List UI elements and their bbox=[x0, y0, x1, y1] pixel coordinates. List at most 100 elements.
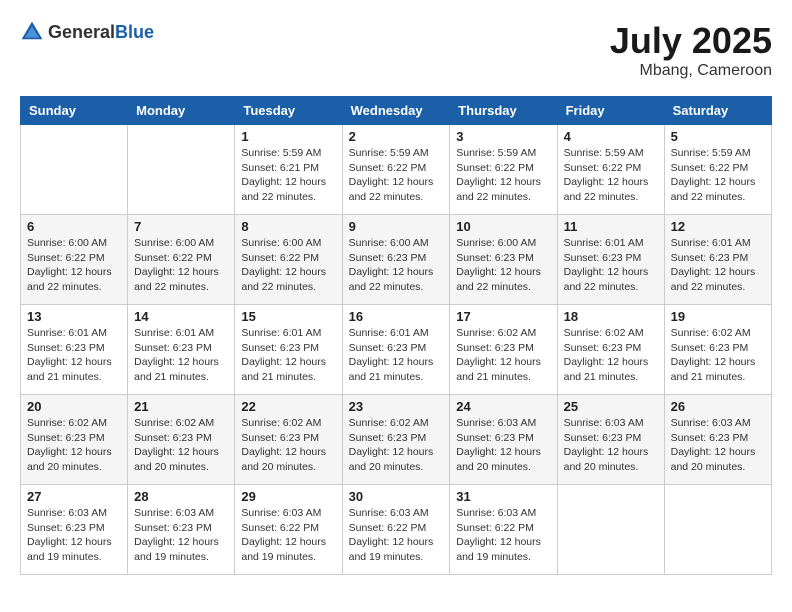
day-info: Sunrise: 6:02 AM Sunset: 6:23 PM Dayligh… bbox=[671, 326, 765, 385]
day-number: 16 bbox=[349, 309, 444, 324]
logo-blue: Blue bbox=[115, 22, 154, 42]
day-number: 17 bbox=[456, 309, 550, 324]
day-info: Sunrise: 6:02 AM Sunset: 6:23 PM Dayligh… bbox=[241, 416, 335, 475]
calendar-cell: 27Sunrise: 6:03 AM Sunset: 6:23 PM Dayli… bbox=[21, 485, 128, 575]
day-number: 10 bbox=[456, 219, 550, 234]
day-info: Sunrise: 6:00 AM Sunset: 6:23 PM Dayligh… bbox=[456, 236, 550, 295]
weekday-header: Tuesday bbox=[235, 97, 342, 125]
day-info: Sunrise: 6:03 AM Sunset: 6:22 PM Dayligh… bbox=[456, 506, 550, 565]
day-number: 25 bbox=[564, 399, 658, 414]
day-number: 27 bbox=[27, 489, 121, 504]
calendar-cell: 8 Sunrise: 6:00 AM Sunset: 6:22 PM Daylig… bbox=[235, 215, 342, 305]
day-number: 22 bbox=[241, 399, 335, 414]
calendar-cell bbox=[21, 125, 128, 215]
calendar-cell: 3 Sunrise: 5:59 AM Sunset: 6:22 PM Daylig… bbox=[450, 125, 557, 215]
weekday-header: Monday bbox=[128, 97, 235, 125]
day-number: 11 bbox=[564, 219, 658, 234]
day-number: 3 bbox=[456, 129, 550, 144]
day-number: 19 bbox=[671, 309, 765, 324]
day-info: Sunrise: 6:01 AM Sunset: 6:23 PM Dayligh… bbox=[27, 326, 121, 385]
calendar-cell: 18 Sunrise: 6:02 AM Sunset: 6:23 PM Dayli… bbox=[557, 305, 664, 395]
calendar-cell: 23 Sunrise: 6:02 AM Sunset: 6:23 PM Dayli… bbox=[342, 395, 450, 485]
calendar-cell bbox=[557, 485, 664, 575]
day-number: 28 bbox=[134, 489, 228, 504]
day-info: Sunrise: 6:03 AM Sunset: 6:23 PM Dayligh… bbox=[671, 416, 765, 475]
day-number: 9 bbox=[349, 219, 444, 234]
day-number: 31 bbox=[456, 489, 550, 504]
calendar-cell: 22 Sunrise: 6:02 AM Sunset: 6:23 PM Dayli… bbox=[235, 395, 342, 485]
calendar-cell bbox=[128, 125, 235, 215]
day-info: Sunrise: 5:59 AM Sunset: 6:21 PM Dayligh… bbox=[241, 146, 335, 205]
day-number: 6 bbox=[27, 219, 121, 234]
logo: GeneralBlue bbox=[20, 20, 154, 44]
calendar-cell: 12 Sunrise: 6:01 AM Sunset: 6:23 PM Dayli… bbox=[664, 215, 771, 305]
day-info: Sunrise: 6:03 AM Sunset: 6:22 PM Dayligh… bbox=[349, 506, 444, 565]
calendar-cell: 25 Sunrise: 6:03 AM Sunset: 6:23 PM Dayli… bbox=[557, 395, 664, 485]
calendar-cell: 16 Sunrise: 6:01 AM Sunset: 6:23 PM Dayli… bbox=[342, 305, 450, 395]
calendar-week-row: 6 Sunrise: 6:00 AM Sunset: 6:22 PM Daylig… bbox=[21, 215, 772, 305]
day-info: Sunrise: 5:59 AM Sunset: 6:22 PM Dayligh… bbox=[671, 146, 765, 205]
day-info: Sunrise: 6:01 AM Sunset: 6:23 PM Dayligh… bbox=[241, 326, 335, 385]
weekday-header: Saturday bbox=[664, 97, 771, 125]
day-number: 7 bbox=[134, 219, 228, 234]
calendar-cell: 20 Sunrise: 6:02 AM Sunset: 6:23 PM Dayli… bbox=[21, 395, 128, 485]
day-info: Sunrise: 6:01 AM Sunset: 6:23 PM Dayligh… bbox=[349, 326, 444, 385]
weekday-header: Thursday bbox=[450, 97, 557, 125]
day-info: Sunrise: 5:59 AM Sunset: 6:22 PM Dayligh… bbox=[349, 146, 444, 205]
calendar-cell: 21 Sunrise: 6:02 AM Sunset: 6:23 PM Dayli… bbox=[128, 395, 235, 485]
location: Mbang, Cameroon bbox=[610, 62, 772, 80]
calendar-cell: 19 Sunrise: 6:02 AM Sunset: 6:23 PM Dayli… bbox=[664, 305, 771, 395]
day-info: Sunrise: 6:02 AM Sunset: 6:23 PM Dayligh… bbox=[27, 416, 121, 475]
calendar-cell: 9Sunrise: 6:00 AM Sunset: 6:23 PM Daylig… bbox=[342, 215, 450, 305]
weekday-header-row: SundayMondayTuesdayWednesdayThursdayFrid… bbox=[21, 97, 772, 125]
day-info: Sunrise: 6:02 AM Sunset: 6:23 PM Dayligh… bbox=[134, 416, 228, 475]
calendar-cell: 4 Sunrise: 5:59 AM Sunset: 6:22 PM Daylig… bbox=[557, 125, 664, 215]
calendar-cell: 11Sunrise: 6:01 AM Sunset: 6:23 PM Dayli… bbox=[557, 215, 664, 305]
day-info: Sunrise: 6:03 AM Sunset: 6:22 PM Dayligh… bbox=[241, 506, 335, 565]
day-number: 21 bbox=[134, 399, 228, 414]
calendar-week-row: 27 Sunrise: 6:03 AM Sunset: 6:23 PM Dayli… bbox=[21, 485, 772, 575]
calendar-week-row: 13Sunrise: 6:01 AM Sunset: 6:23 PM Dayli… bbox=[21, 305, 772, 395]
day-info: Sunrise: 6:02 AM Sunset: 6:23 PM Dayligh… bbox=[564, 326, 658, 385]
calendar-cell: 31 Sunrise: 6:03 AM Sunset: 6:22 PM Dayli… bbox=[450, 485, 557, 575]
calendar-cell: 24Sunrise: 6:03 AM Sunset: 6:23 PM Dayli… bbox=[450, 395, 557, 485]
day-number: 12 bbox=[671, 219, 765, 234]
day-info: Sunrise: 5:59 AM Sunset: 6:22 PM Dayligh… bbox=[456, 146, 550, 205]
day-number: 20 bbox=[27, 399, 121, 414]
logo-icon bbox=[20, 20, 44, 44]
day-number: 14 bbox=[134, 309, 228, 324]
calendar-week-row: 20 Sunrise: 6:02 AM Sunset: 6:23 PM Dayli… bbox=[21, 395, 772, 485]
calendar-cell: 14 Sunrise: 6:01 AM Sunset: 6:23 PM Dayli… bbox=[128, 305, 235, 395]
day-info: Sunrise: 6:01 AM Sunset: 6:23 PM Dayligh… bbox=[134, 326, 228, 385]
day-info: Sunrise: 6:03 AM Sunset: 6:23 PM Dayligh… bbox=[134, 506, 228, 565]
calendar-cell: 7 Sunrise: 6:00 AM Sunset: 6:22 PM Daylig… bbox=[128, 215, 235, 305]
calendar-cell bbox=[664, 485, 771, 575]
day-info: Sunrise: 6:01 AM Sunset: 6:23 PM Dayligh… bbox=[671, 236, 765, 295]
calendar-cell: 6 Sunrise: 6:00 AM Sunset: 6:22 PM Daylig… bbox=[21, 215, 128, 305]
weekday-header: Wednesday bbox=[342, 97, 450, 125]
day-info: Sunrise: 6:02 AM Sunset: 6:23 PM Dayligh… bbox=[349, 416, 444, 475]
calendar-cell: 10 Sunrise: 6:00 AM Sunset: 6:23 PM Dayli… bbox=[450, 215, 557, 305]
day-info: Sunrise: 6:00 AM Sunset: 6:22 PM Dayligh… bbox=[27, 236, 121, 295]
day-info: Sunrise: 6:00 AM Sunset: 6:22 PM Dayligh… bbox=[241, 236, 335, 295]
day-number: 18 bbox=[564, 309, 658, 324]
calendar-cell: 17 Sunrise: 6:02 AM Sunset: 6:23 PM Dayli… bbox=[450, 305, 557, 395]
calendar-cell: 15Sunrise: 6:01 AM Sunset: 6:23 PM Dayli… bbox=[235, 305, 342, 395]
calendar-table: SundayMondayTuesdayWednesdayThursdayFrid… bbox=[20, 96, 772, 575]
calendar-cell: 2Sunrise: 5:59 AM Sunset: 6:22 PM Daylig… bbox=[342, 125, 450, 215]
calendar-cell: 13Sunrise: 6:01 AM Sunset: 6:23 PM Dayli… bbox=[21, 305, 128, 395]
day-number: 4 bbox=[564, 129, 658, 144]
day-info: Sunrise: 5:59 AM Sunset: 6:22 PM Dayligh… bbox=[564, 146, 658, 205]
day-info: Sunrise: 6:00 AM Sunset: 6:22 PM Dayligh… bbox=[134, 236, 228, 295]
calendar-cell: 30Sunrise: 6:03 AM Sunset: 6:22 PM Dayli… bbox=[342, 485, 450, 575]
day-info: Sunrise: 6:03 AM Sunset: 6:23 PM Dayligh… bbox=[456, 416, 550, 475]
logo-general: General bbox=[48, 22, 115, 42]
day-info: Sunrise: 6:02 AM Sunset: 6:23 PM Dayligh… bbox=[456, 326, 550, 385]
month-title: July 2025 bbox=[610, 20, 772, 62]
day-info: Sunrise: 6:03 AM Sunset: 6:23 PM Dayligh… bbox=[564, 416, 658, 475]
day-number: 8 bbox=[241, 219, 335, 234]
title-block: July 2025 Mbang, Cameroon bbox=[610, 20, 772, 80]
weekday-header: Friday bbox=[557, 97, 664, 125]
weekday-header: Sunday bbox=[21, 97, 128, 125]
day-number: 23 bbox=[349, 399, 444, 414]
